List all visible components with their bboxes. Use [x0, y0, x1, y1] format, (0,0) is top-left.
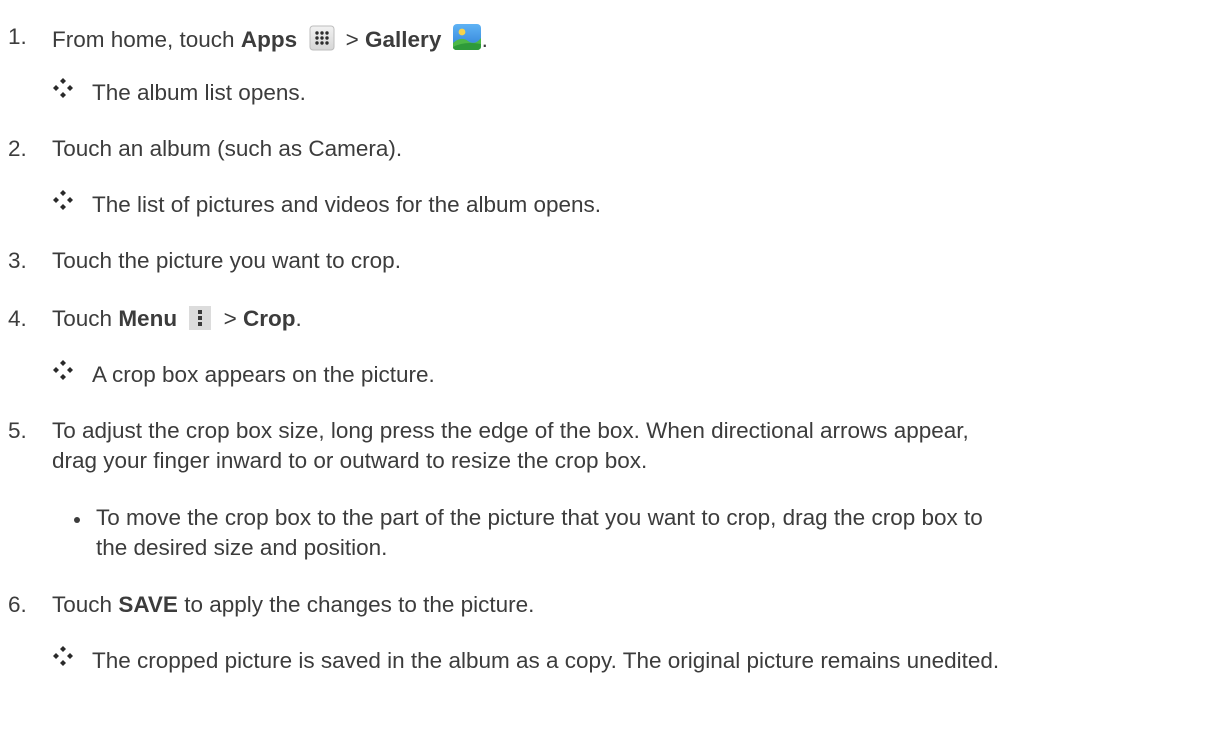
step-separator: > — [223, 306, 237, 331]
step-text: Touch Menu > Crop. — [52, 305, 302, 337]
step-text: Touch an album (such as Camera). — [52, 136, 403, 161]
menu-label: Menu — [118, 306, 178, 331]
step-text: Touch SAVE to apply the changes to the p… — [52, 591, 534, 619]
result-text: The list of pictures and videos for the … — [92, 192, 602, 217]
result-diamond-icon — [52, 645, 74, 667]
result-text: The album list opens. — [92, 80, 306, 105]
step-text: From home, touch Apps > Gallery . — [52, 23, 488, 58]
step-prefix: From home, touch — [52, 27, 235, 52]
apps-grid-icon — [309, 25, 335, 58]
result-diamond-icon — [52, 189, 74, 211]
step-separator: > — [345, 27, 359, 52]
result-diamond-icon — [52, 77, 74, 99]
bullet-text-line-2: the desired size and position. — [96, 535, 388, 560]
step-number: 2. — [8, 136, 27, 161]
bullet-text-line-1: To move the crop box to the part of the … — [96, 505, 983, 530]
result-diamond-icon — [52, 359, 74, 381]
menu-dots-icon — [189, 306, 212, 337]
apps-label: Apps — [240, 27, 298, 52]
gallery-label: Gallery — [365, 27, 442, 52]
step-number: 1. — [8, 24, 27, 49]
instruction-document: 1. From home, touch Apps > Gallery . The… — [0, 0, 1209, 734]
step-number: 5. — [8, 418, 27, 443]
gallery-icon — [452, 23, 482, 58]
step-prefix: Touch — [52, 592, 113, 617]
result-text: The cropped picture is saved in the albu… — [92, 648, 1000, 673]
step-text-line-2: drag your finger inward to or outward to… — [52, 448, 648, 473]
crop-label: Crop — [243, 306, 296, 331]
step-suffix: to apply the changes to the picture. — [184, 592, 535, 617]
result-text: A crop box appears on the picture. — [92, 362, 435, 387]
save-label: SAVE — [118, 592, 178, 617]
step-text-line-1: To adjust the crop box size, long press … — [52, 418, 969, 443]
step-text: Touch the picture you want to crop. — [52, 248, 401, 273]
step-suffix: . — [481, 27, 488, 52]
step-number: 3. — [8, 248, 27, 273]
step-prefix: Touch — [52, 306, 113, 331]
step-suffix: . — [295, 306, 302, 331]
step-number: 6. — [8, 592, 27, 617]
step-number: 4. — [8, 306, 27, 331]
bullet-dot — [74, 517, 80, 523]
